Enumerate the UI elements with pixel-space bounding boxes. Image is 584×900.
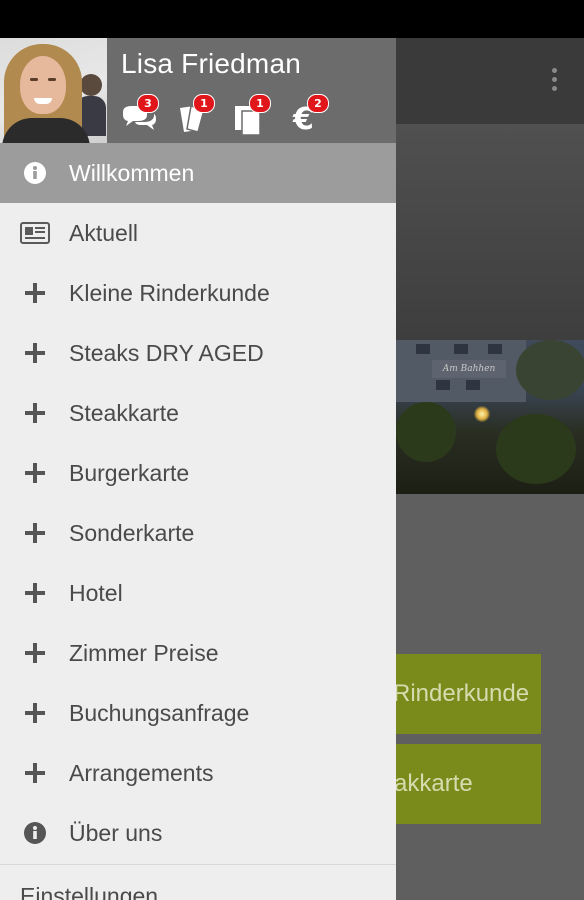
menu-item-sonderkarte[interactable]: Sonderkarte: [0, 503, 396, 563]
menu-item-label: Willkommen: [69, 159, 195, 186]
menu-item-label: Steakkarte: [69, 399, 179, 426]
info-icon: [0, 822, 69, 844]
navigation-drawer: Lisa Friedman 3 1 1 € 2 Willkommen Aktue…: [0, 38, 396, 900]
menu-item-steakkarte[interactable]: Steakkarte: [0, 383, 396, 443]
tickets-icon[interactable]: 1: [177, 94, 215, 133]
plus-icon: [0, 703, 69, 723]
menu-item-burgerkarte[interactable]: Burgerkarte: [0, 443, 396, 503]
plus-icon: [0, 343, 69, 363]
user-name: Lisa Friedman: [121, 48, 302, 79]
settings-item[interactable]: Einstellungen: [0, 864, 396, 900]
menu-item-buchungsanfrage[interactable]: Buchungsanfrage: [0, 683, 396, 743]
menu-item-hotel[interactable]: Hotel: [0, 563, 396, 623]
menu-item-label: Buchungsanfrage: [69, 699, 250, 726]
documents-icon[interactable]: 1: [233, 94, 271, 136]
menu-item-label: Zimmer Preise: [69, 639, 219, 666]
menu-item-ueber-uns[interactable]: Über uns: [0, 803, 396, 863]
menu-item-label: Über uns: [69, 819, 163, 846]
plus-icon: [0, 643, 69, 663]
menu-item-label: Sonderkarte: [69, 519, 195, 546]
chat-icon[interactable]: 3: [121, 94, 159, 132]
avatar[interactable]: [0, 38, 107, 143]
menu-item-willkommen[interactable]: Willkommen: [0, 143, 396, 203]
menu-item-label: Hotel: [69, 579, 123, 606]
plus-icon: [0, 583, 69, 603]
menu-item-label: Kleine Rinderkunde: [69, 279, 270, 306]
rinderkunde-button[interactable]: Rinderkunde: [396, 654, 541, 734]
menu-item-label: Aktuell: [69, 219, 139, 246]
hotel-sign: Am Bahhen: [432, 360, 506, 378]
lamp-light: [474, 406, 490, 422]
menu-item-zimmer-preise[interactable]: Zimmer Preise: [0, 623, 396, 683]
plus-icon: [0, 403, 69, 423]
settings-label: Einstellungen: [20, 883, 159, 900]
info-icon: [0, 162, 69, 184]
profile-header: Lisa Friedman 3 1 1 € 2: [0, 38, 396, 143]
status-bar: [0, 0, 584, 38]
overflow-menu-icon[interactable]: [552, 68, 558, 94]
menu-item-label: Steaks DRY AGED: [69, 339, 264, 366]
plus-icon: [0, 763, 69, 783]
newspaper-icon: [0, 222, 69, 244]
steakkarte-button[interactable]: akkarte: [396, 744, 541, 824]
menu-item-label: Burgerkarte: [69, 459, 190, 486]
plus-icon: [0, 463, 69, 483]
drawer-menu: Willkommen Aktuell Kleine Rinderkunde St…: [0, 143, 396, 863]
menu-item-label: Arrangements: [69, 759, 214, 786]
hotel-photo: Am Bahhen: [396, 340, 584, 494]
menu-item-kleine-rinderkunde[interactable]: Kleine Rinderkunde: [0, 263, 396, 323]
menu-item-arrangements[interactable]: Arrangements: [0, 743, 396, 803]
menu-item-aktuell[interactable]: Aktuell: [0, 203, 396, 263]
plus-icon: [0, 283, 69, 303]
plus-icon: [0, 523, 69, 543]
euro-icon[interactable]: € 2: [291, 94, 329, 134]
menu-item-steaks-dry-aged[interactable]: Steaks DRY AGED: [0, 323, 396, 383]
notification-badges: 3 1 1 € 2: [121, 94, 381, 136]
